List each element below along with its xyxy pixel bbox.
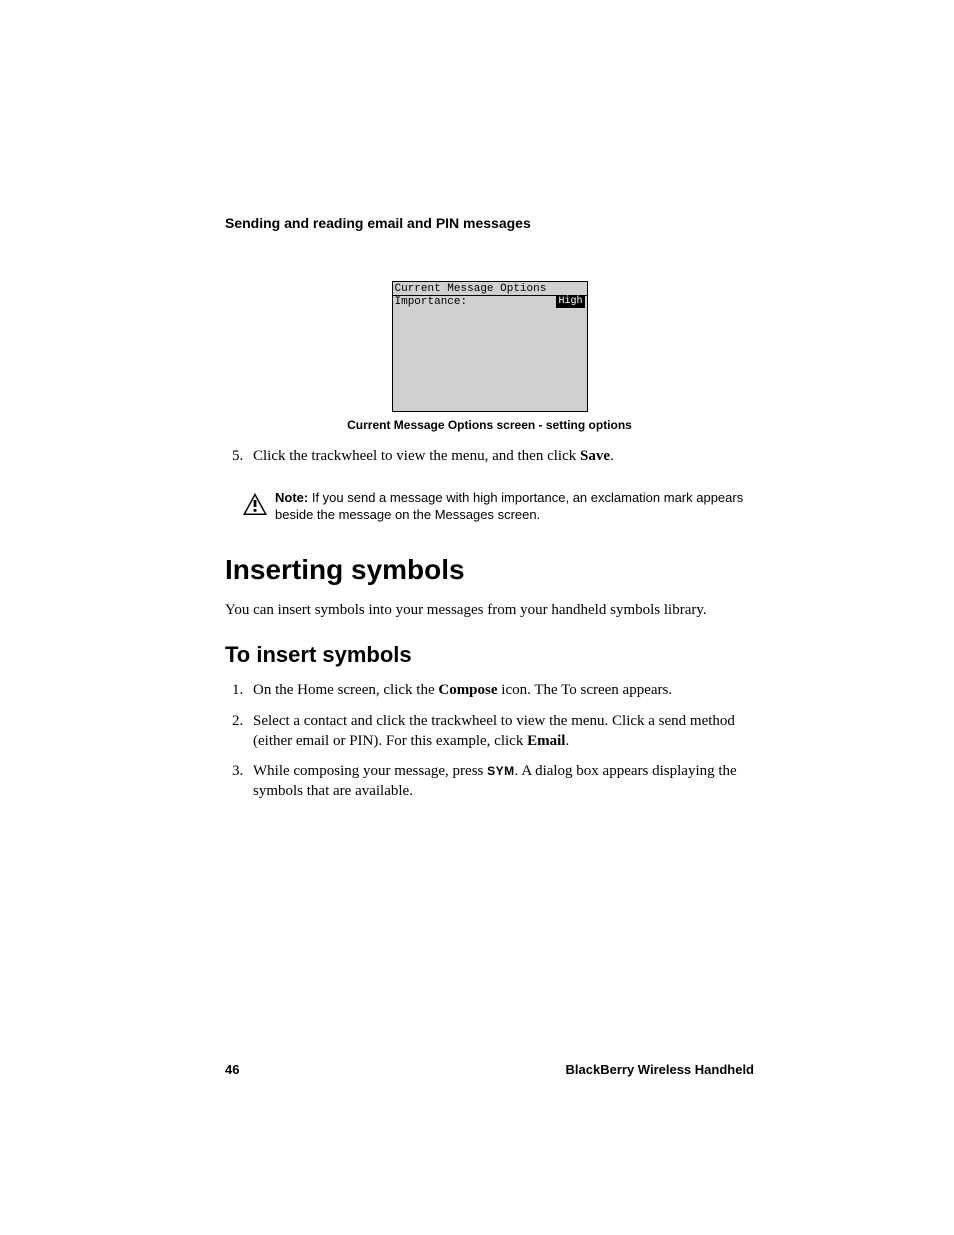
- step-2-bold: Email: [527, 733, 565, 749]
- screenshot-title: Current Message Options: [393, 282, 587, 296]
- figure-caption: Current Message Options screen - setting…: [225, 418, 754, 432]
- page-footer: 46 BlackBerry Wireless Handheld: [225, 1062, 754, 1077]
- step-2-post: .: [565, 733, 569, 749]
- step-3-sym: SYM: [487, 764, 515, 778]
- screenshot-field-row: Importance: High: [393, 296, 587, 308]
- intro-paragraph: You can insert symbols into your message…: [225, 600, 754, 620]
- screenshot-field-value: High: [556, 296, 584, 308]
- step-list-continued: Click the trackwheel to view the menu, a…: [225, 446, 754, 466]
- product-name: BlackBerry Wireless Handheld: [566, 1062, 754, 1077]
- step-3-pre: While composing your message, press: [253, 763, 487, 779]
- step-2-pre: Select a contact and click the trackwhee…: [253, 713, 735, 749]
- note-block: Note: If you send a message with high im…: [235, 490, 754, 524]
- step-1-post: icon. The To screen appears.: [498, 682, 673, 698]
- step-5-pre: Click the trackwheel to view the menu, a…: [253, 448, 580, 464]
- screenshot-current-message-options: Current Message Options Importance: High: [392, 281, 588, 412]
- step-5-post: .: [610, 448, 614, 464]
- page-number: 46: [225, 1062, 239, 1077]
- screenshot-field-label: Importance:: [395, 296, 468, 308]
- step-5: Click the trackwheel to view the menu, a…: [247, 446, 754, 466]
- step-1-pre: On the Home screen, click the: [253, 682, 438, 698]
- step-1: On the Home screen, click the Compose ic…: [247, 680, 754, 700]
- note-label: Note:: [275, 490, 308, 505]
- step-3: While composing your message, press SYM.…: [247, 761, 754, 802]
- heading-inserting-symbols: Inserting symbols: [225, 554, 754, 586]
- document-page: Sending and reading email and PIN messag…: [0, 0, 954, 1235]
- step-2: Select a contact and click the trackwhee…: [247, 711, 754, 752]
- running-header: Sending and reading email and PIN messag…: [225, 215, 754, 231]
- note-body: If you send a message with high importan…: [275, 490, 743, 522]
- warning-icon: [235, 490, 275, 516]
- step-1-bold: Compose: [438, 682, 497, 698]
- insert-symbols-steps: On the Home screen, click the Compose ic…: [225, 680, 754, 801]
- step-5-bold: Save: [580, 448, 610, 464]
- note-text: Note: If you send a message with high im…: [275, 490, 754, 524]
- heading-to-insert-symbols: To insert symbols: [225, 642, 754, 668]
